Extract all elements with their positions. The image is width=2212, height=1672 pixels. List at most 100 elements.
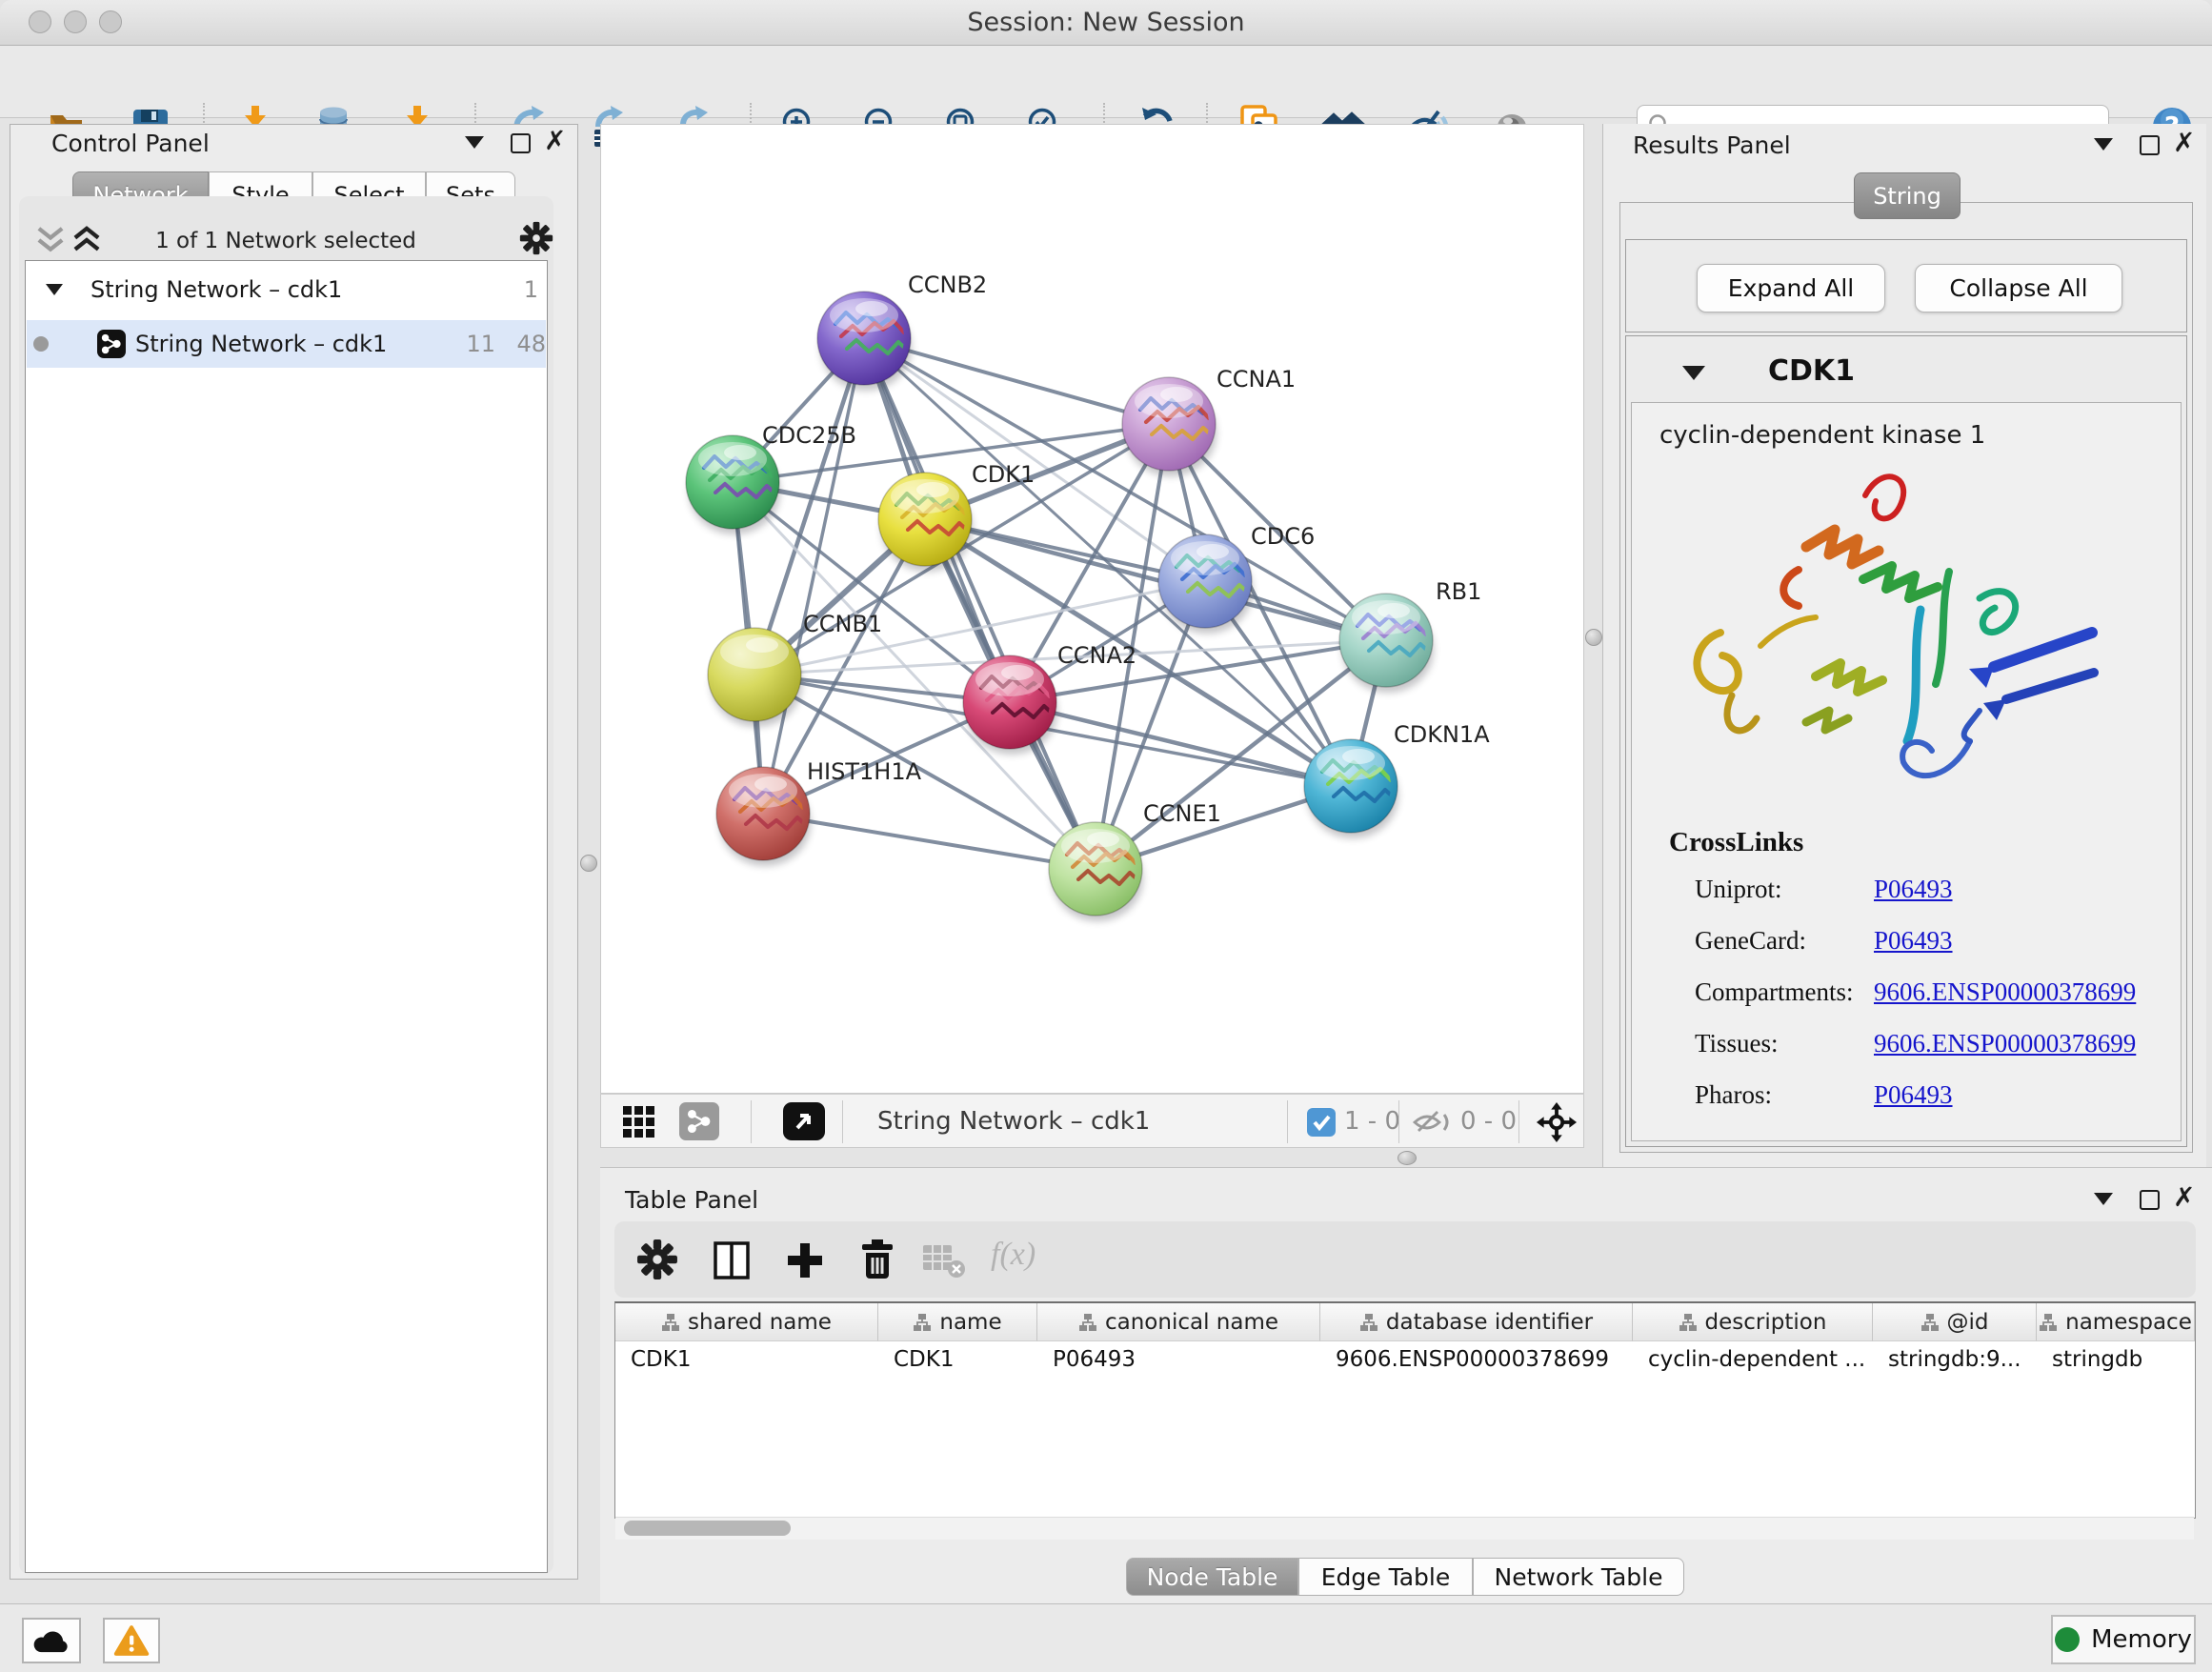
crosslink-link[interactable]: P06493 [1874, 926, 1953, 956]
crosslink-link[interactable]: 9606.ENSP00000378699 [1874, 1029, 2136, 1058]
node-label-CCNE1: CCNE1 [1143, 800, 1221, 827]
network-tree [25, 260, 548, 1573]
column-header-label: name [939, 1310, 1001, 1335]
node-label-CCNB1: CCNB1 [803, 611, 882, 637]
network-graph[interactable]: CCNB2CCNA1CDC25BCDK1CDC6RB1CCNB1CCNA2CDK… [600, 124, 1584, 1094]
grid-view-icon[interactable] [622, 1105, 656, 1139]
table-toolbar [614, 1221, 2196, 1298]
table-panel-close-button[interactable]: ✗ [2173, 1188, 2195, 1207]
expand-all-icon[interactable] [70, 225, 103, 255]
column-tree-icon [2039, 1313, 2058, 1332]
node-label-CDC25B: CDC25B [762, 422, 856, 449]
gear-icon[interactable] [519, 221, 553, 255]
results-panel-close-button[interactable]: ✗ [2173, 133, 2195, 152]
column-header-canonicalname[interactable]: canonical name [1037, 1303, 1320, 1341]
crosslink-link[interactable]: P06493 [1874, 875, 1953, 904]
column-tree-icon [1679, 1313, 1698, 1332]
warning-icon [113, 1624, 150, 1657]
cloud-icon [32, 1626, 70, 1655]
status-separator [842, 1100, 843, 1143]
right-splitter-handle[interactable] [1585, 629, 1602, 646]
table-panel-float-button[interactable] [2140, 1190, 2160, 1210]
table-cell[interactable]: P06493 [1037, 1341, 1320, 1378]
tree-row-collection[interactable]: String Network – cdk1 1 [27, 265, 546, 314]
cloud-status-button[interactable] [22, 1618, 81, 1663]
tab-network-table[interactable]: Network Table [1473, 1558, 1684, 1596]
table-cell[interactable]: 9606.ENSP00000378699 [1320, 1341, 1633, 1378]
tree-network-edge-count: 48 [498, 331, 546, 357]
results-panel-float-button[interactable] [2140, 135, 2160, 155]
column-header-sharedname[interactable]: shared name [615, 1303, 878, 1341]
main-toolbar: ? [0, 46, 2212, 118]
tree-network-node-count: 11 [446, 331, 495, 357]
collapse-all-icon[interactable] [34, 225, 67, 255]
crosslink-label: Uniprot: [1695, 875, 1782, 904]
network-share-icon[interactable] [679, 1102, 719, 1140]
memory-button[interactable]: Memory [2051, 1615, 2196, 1664]
crosslink-label: Tissues: [1695, 1029, 1779, 1058]
control-panel-close-button[interactable]: ✗ [544, 131, 566, 151]
birds-eye-view-icon[interactable] [783, 1102, 825, 1140]
table-gear-icon[interactable] [636, 1239, 678, 1280]
hidden-eye-icon [1412, 1106, 1454, 1138]
column-header-label: shared name [688, 1310, 832, 1335]
table-cell[interactable]: CDK1 [615, 1341, 878, 1378]
network-status-bar: String Network – cdk1 1 - 0 0 - 0 [600, 1094, 1584, 1148]
column-header-id[interactable]: @id [1873, 1303, 2037, 1341]
fit-selected-crosshair-icon[interactable] [1536, 1101, 1578, 1143]
table-row[interactable]: CDK1CDK1P064939606.ENSP00000378699cyclin… [615, 1341, 2195, 1378]
control-panel-float-button[interactable] [511, 133, 531, 153]
crosslink-link[interactable]: 9606.ENSP00000378699 [1874, 977, 2136, 1007]
table-cell[interactable]: stringdb [2037, 1341, 2195, 1378]
crosslink-label: Compartments: [1695, 977, 1853, 1007]
protein-section-expander-icon[interactable] [1682, 366, 1705, 380]
column-header-label: description [1705, 1310, 1827, 1335]
column-header-databaseidentifier[interactable]: database identifier [1320, 1303, 1633, 1341]
delete-column-icon[interactable] [857, 1239, 897, 1280]
show-columns-icon[interactable] [713, 1240, 753, 1280]
node-label-CCNB2: CCNB2 [908, 272, 987, 298]
protein-structure-image [1665, 455, 2142, 808]
left-splitter-handle[interactable] [580, 855, 597, 872]
table-cell[interactable]: stringdb:9... [1873, 1341, 2037, 1378]
status-separator [751, 1100, 752, 1143]
control-panel-menu-icon[interactable] [465, 136, 484, 149]
table-cell[interactable]: cyclin-dependent ... [1633, 1341, 1873, 1378]
crosslinks-title: CrossLinks [1669, 827, 1803, 858]
selected-checkbox[interactable] [1307, 1108, 1336, 1137]
table-header-row: shared name name canonical name database id… [615, 1303, 2195, 1341]
column-tree-icon [913, 1313, 932, 1332]
node-table: shared name name canonical name database id… [614, 1301, 2196, 1519]
node-label-CDC6: CDC6 [1251, 523, 1315, 550]
add-column-icon[interactable] [785, 1240, 825, 1280]
column-header-label: canonical name [1105, 1310, 1278, 1335]
delete-table-icon-disabled [922, 1244, 966, 1279]
column-header-name[interactable]: name [878, 1303, 1037, 1341]
crosslink-label: Pharos: [1695, 1080, 1772, 1110]
table-hscrollbar-track[interactable] [615, 1517, 2194, 1540]
tab-string[interactable]: String [1854, 172, 1961, 219]
column-tree-icon [1920, 1313, 1940, 1332]
column-header-namespace[interactable]: namespace [2037, 1303, 2195, 1341]
tree-row-network[interactable]: String Network – cdk1 11 48 [27, 320, 546, 368]
table-hscrollbar-thumb[interactable] [624, 1521, 791, 1536]
bottom-splitter-handle[interactable] [1398, 1151, 1417, 1165]
warning-status-button[interactable] [103, 1618, 160, 1663]
column-header-label: @id [1947, 1310, 1989, 1335]
tab-edge-table[interactable]: Edge Table [1298, 1558, 1473, 1596]
results-panel-title: Results Panel [1633, 131, 1791, 159]
column-tree-icon [1078, 1313, 1097, 1332]
expand-all-button[interactable]: Expand All [1697, 264, 1885, 312]
tree-expander-icon[interactable] [46, 284, 63, 295]
column-header-description[interactable]: description [1633, 1303, 1873, 1341]
tab-node-table[interactable]: Node Table [1126, 1558, 1298, 1596]
table-cell[interactable]: CDK1 [878, 1341, 1037, 1378]
status-separator [1518, 1100, 1519, 1143]
results-panel-menu-icon[interactable] [2094, 138, 2113, 151]
selected-counts: 1 - 0 [1344, 1095, 1400, 1149]
crosslink-link[interactable]: P06493 [1874, 1080, 1953, 1110]
memory-status-dot [2055, 1627, 2080, 1652]
table-panel-menu-icon[interactable] [2094, 1193, 2113, 1205]
node-label-HIST1H1A: HIST1H1A [807, 758, 922, 785]
collapse-all-button[interactable]: Collapse All [1915, 264, 2122, 312]
